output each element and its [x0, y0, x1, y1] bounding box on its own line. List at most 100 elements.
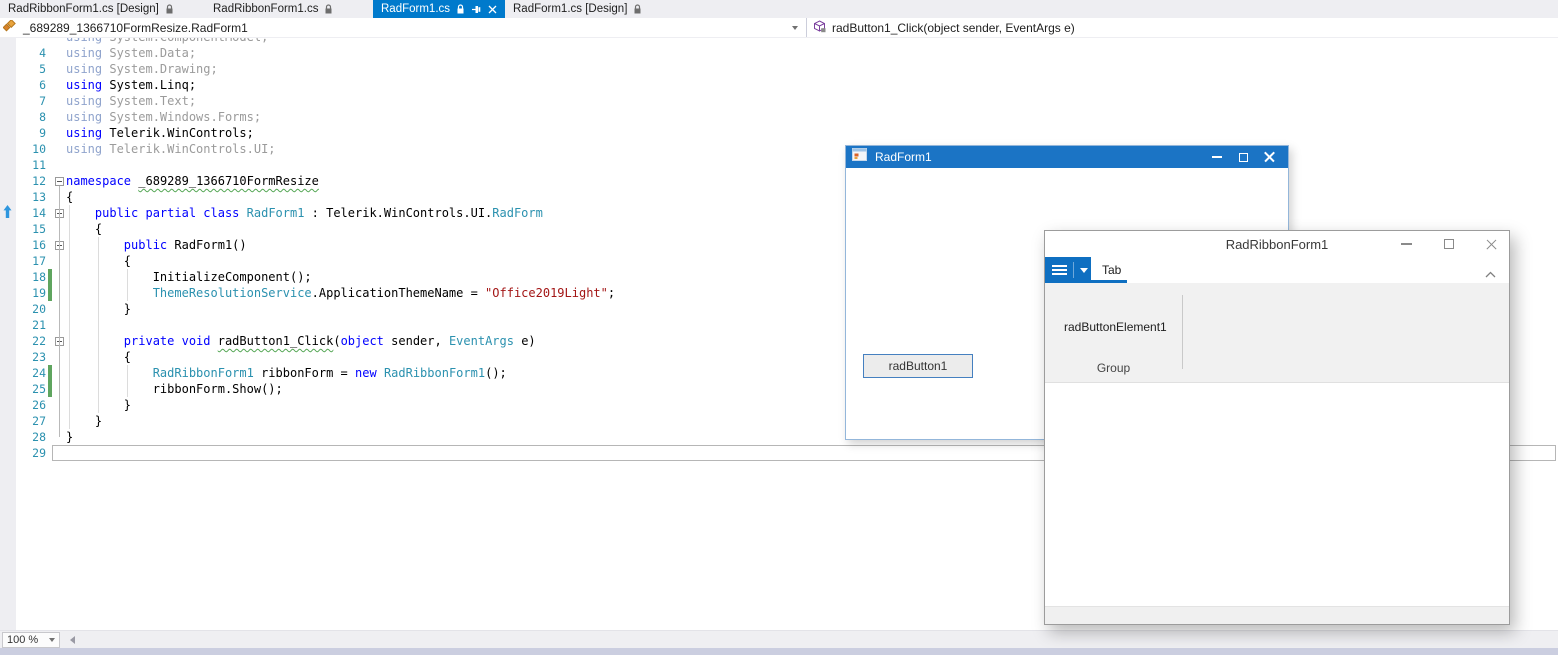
radbutton1-button[interactable]: radButton1	[863, 354, 973, 378]
tab-label: RadForm1.cs	[381, 3, 451, 15]
code-token: using	[66, 126, 103, 140]
code-token: radButton1_Click	[217, 334, 334, 348]
collapse-region-icon[interactable]	[54, 176, 64, 186]
code-token: public	[123, 238, 168, 252]
radribbonform1-window: RadRibbonForm1 Tab radButtonElement1 Gro…	[1044, 230, 1510, 625]
ribbon-tab-strip: Tab	[1045, 257, 1509, 283]
code-text: using System.Drawing;	[66, 61, 1558, 77]
minimize-button[interactable]	[1208, 148, 1226, 166]
outline-guide	[59, 186, 60, 437]
collapse-ribbon-icon[interactable]	[1485, 265, 1496, 283]
line-number: 12	[32, 174, 46, 188]
line-number: 15	[32, 222, 46, 236]
document-tab-radribbonform1-cs-design-[interactable]: RadRibbonForm1.cs [Design]	[0, 0, 182, 18]
code-line[interactable]: 7 using System.Text;	[16, 93, 1558, 109]
horizontal-scrollbar[interactable]	[75, 631, 1558, 648]
code-text: using System.Text;	[66, 93, 1558, 109]
radform1-titlebar[interactable]: RadForm1	[846, 146, 1288, 168]
status-strip	[0, 648, 1558, 655]
ide-window: RadRibbonForm1.cs [Design] RadRibbonForm1…	[0, 0, 1558, 655]
code-token: System.Windows.Forms;	[102, 110, 262, 124]
code-token: }	[66, 414, 103, 428]
hamburger-icon	[1052, 263, 1067, 277]
line-number: 23	[32, 350, 46, 364]
minimize-button[interactable]	[1401, 243, 1412, 245]
line-number: 21	[32, 318, 46, 332]
code-line[interactable]: 13 {	[16, 189, 1558, 205]
lock-icon	[324, 3, 333, 15]
member-dropdown[interactable]: radButton1_Click(object sender, EventArg…	[807, 18, 1558, 37]
code-token: RadForm1	[246, 206, 305, 220]
fold-margin	[52, 38, 66, 45]
code-line[interactable]: 9 using Telerik.WinControls;	[16, 125, 1558, 141]
chevron-down-icon[interactable]	[792, 25, 798, 30]
document-tab-radform1-cs-design-[interactable]: RadForm1.cs [Design]	[505, 0, 650, 18]
code-line[interactable]: 4 using System.Data;	[16, 45, 1558, 61]
line-number: 14	[32, 206, 46, 220]
code-token: System.ComponentModel;	[102, 38, 268, 44]
code-line[interactable]: 14 public partial class RadForm1 : Teler…	[16, 205, 1558, 221]
code-token: Telerik.WinControls;	[102, 126, 254, 140]
code-token: private void	[123, 334, 211, 348]
code-line[interactable]: using System.ComponentModel;	[16, 38, 1558, 45]
code-text: using System.Windows.Forms;	[66, 109, 1558, 125]
line-number: 11	[32, 158, 46, 172]
change-tracking-bar	[48, 445, 52, 461]
code-line[interactable]: 12 namespace _689289_1366710FormResize	[16, 173, 1558, 189]
line-number: 19	[32, 286, 46, 300]
radbuttonelement1-button[interactable]: radButtonElement1	[1064, 320, 1167, 334]
code-token: .ApplicationThemeName =	[311, 286, 486, 300]
document-tab-radribbonform1-cs[interactable]: RadRibbonForm1.cs	[205, 0, 341, 18]
member-dropdown-text: radButton1_Click(object sender, EventArg…	[832, 20, 1075, 35]
code-line[interactable]: 8 using System.Windows.Forms;	[16, 109, 1558, 125]
code-token: public partial class	[94, 206, 240, 220]
line-number: 10	[32, 142, 46, 156]
code-token: System.Data;	[102, 46, 197, 60]
maximize-button[interactable]	[1234, 148, 1252, 166]
code-text: using Telerik.WinControls.UI;	[66, 141, 1558, 157]
close-icon[interactable]	[488, 5, 497, 14]
code-line[interactable]: 10 using Telerik.WinControls.UI;	[16, 141, 1558, 157]
code-token: {	[66, 222, 103, 236]
maximize-button[interactable]	[1444, 239, 1454, 249]
code-line[interactable]: 11	[16, 157, 1558, 173]
code-token: ();	[485, 366, 507, 380]
line-number: 16	[32, 238, 46, 252]
navigation-arrow-icon	[3, 204, 12, 222]
code-token: (	[333, 334, 341, 348]
editor-bottom-bar: 100 %	[0, 630, 1558, 648]
type-dropdown[interactable]: _689289_1366710FormResize.RadForm1	[0, 18, 806, 37]
code-line[interactable]: 6 using System.Linq;	[16, 77, 1558, 93]
code-token: using	[66, 38, 102, 44]
zoom-control[interactable]: 100 %	[2, 631, 60, 648]
code-token: object	[340, 334, 384, 348]
code-token: using	[66, 110, 103, 124]
fold-margin	[52, 45, 66, 61]
application-menu-button[interactable]	[1045, 257, 1091, 283]
code-token: "Office2019Light"	[485, 286, 608, 300]
radribbonform1-titlebar[interactable]: RadRibbonForm1	[1045, 231, 1509, 257]
line-number: 8	[39, 110, 46, 124]
pin-icon[interactable]	[471, 4, 482, 15]
group-separator	[1182, 295, 1183, 369]
code-line[interactable]: 5 using System.Drawing;	[16, 61, 1558, 77]
code-token: namespace	[66, 174, 132, 188]
line-number: 27	[32, 414, 46, 428]
line-number: 22	[32, 334, 46, 348]
tab-label: RadRibbonForm1.cs [Design]	[8, 3, 159, 15]
ribbon-status-bar	[1045, 606, 1509, 624]
close-button[interactable]	[1486, 239, 1497, 250]
chevron-down-icon	[1080, 267, 1088, 273]
line-number: 24	[32, 366, 46, 380]
close-button[interactable]	[1260, 148, 1278, 166]
document-tab-radform1-cs[interactable]: RadForm1.cs	[373, 0, 506, 18]
code-token: RadForm1()	[167, 238, 247, 252]
window-title: RadForm1	[875, 150, 932, 164]
fold-margin	[52, 141, 66, 157]
code-text: public partial class RadForm1 : Telerik.…	[66, 205, 1558, 221]
code-token: System.Text;	[102, 94, 197, 108]
